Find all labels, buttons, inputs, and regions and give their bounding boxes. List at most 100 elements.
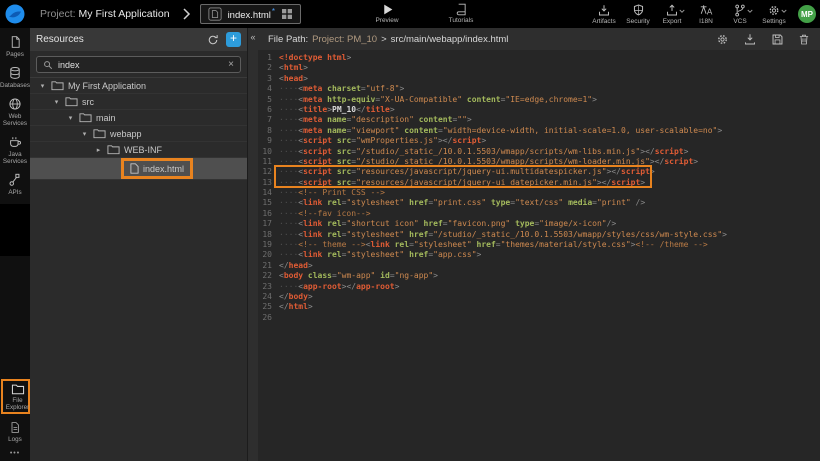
code-line: 24 </body> (258, 292, 820, 302)
line-number: 16 (258, 209, 272, 219)
tree-item-label: src (82, 97, 94, 107)
pages-icon (9, 35, 22, 49)
sidebar-item-databases[interactable]: Databases (0, 66, 30, 89)
chevron-down-icon[interactable]: ▾ (66, 114, 75, 122)
sidebar-item-java-services[interactable]: Java Services (0, 135, 30, 165)
clear-search-icon[interactable]: × (228, 60, 234, 70)
search-input[interactable] (58, 60, 223, 70)
line-number: 14 (258, 188, 272, 198)
line-number: 9 (258, 136, 272, 146)
export-button[interactable]: Export (659, 4, 685, 25)
tree-item-my-first-application[interactable]: ▾ My First Application (30, 78, 247, 94)
editor-settings-gear-icon[interactable] (716, 33, 729, 46)
folder-icon (65, 96, 78, 107)
tab-index-html[interactable]: index.html* (200, 4, 301, 24)
user-avatar[interactable]: MP (798, 5, 816, 23)
sidebar-label: Pages (6, 51, 24, 58)
project-name[interactable]: My First Application (79, 8, 170, 20)
tree-item-index-html[interactable]: index.html (30, 158, 247, 180)
sidebar-label: APIs (8, 189, 21, 196)
file-toolbar (716, 33, 810, 46)
tree-item-src[interactable]: ▾ src (30, 94, 247, 110)
vcs-button[interactable]: VCS (727, 4, 753, 25)
code-text: ····<title>PM_10</title> (279, 105, 395, 115)
java-services-coffee-icon (8, 135, 22, 149)
tree-item-main[interactable]: ▾main (30, 110, 247, 126)
search-icon (43, 60, 53, 70)
folder-icon (79, 112, 92, 123)
folder-icon (51, 80, 64, 91)
save-icon[interactable] (771, 33, 784, 46)
panel-collapse-button[interactable]: « (248, 28, 258, 461)
vcs-branch-icon (733, 4, 747, 17)
resources-title: Resources (36, 34, 200, 45)
sidebar-item-logs[interactable]: Logs (0, 421, 30, 443)
code-line: 6····<title>PM_10</title> (258, 105, 820, 115)
line-number: 18 (258, 230, 272, 240)
sidebar-item-web-services[interactable]: Web Services (0, 97, 30, 127)
code-line: 5····<meta http-equiv="X-UA-Compatible" … (258, 95, 820, 105)
file-icon (130, 163, 139, 174)
modified-indicator: * (272, 7, 275, 16)
file-icon (208, 7, 222, 21)
code-text: </body> (279, 292, 313, 302)
code-line: 26 (258, 313, 820, 323)
grid-icon[interactable] (281, 8, 293, 20)
script-lines-highlight-box (274, 165, 652, 188)
code-text: <body class="wm-app" id="ng-app"> (279, 271, 438, 281)
code-editor[interactable]: 1<!doctype html>2<html>3<head>4····<meta… (258, 50, 820, 461)
tree-highlight-box: index.html (121, 158, 193, 179)
settings-button[interactable]: Settings (761, 4, 787, 25)
code-text: ····<meta name="viewport" content="width… (279, 126, 722, 136)
line-number: 15 (258, 198, 272, 208)
code-text: ····<link rel="stylesheet" href="app.css… (279, 250, 481, 260)
line-number: 24 (258, 292, 272, 302)
chevron-down-icon[interactable]: ▾ (38, 82, 47, 90)
tutorials-button[interactable]: Tutorials (448, 3, 474, 24)
folder-icon (107, 144, 120, 155)
add-resource-button[interactable]: + (226, 32, 241, 47)
line-number: 7 (258, 115, 272, 125)
chevron-down-icon (781, 9, 787, 14)
sidebar-label: Java Services (0, 151, 30, 165)
code-line: 4····<meta charset="utf-8"> (258, 84, 820, 94)
file-path-value: src/main/webapp/index.html (391, 34, 509, 45)
tree-item-label: webapp (110, 129, 142, 139)
line-number: 4 (258, 84, 272, 94)
sidebar-item-file-explorer[interactable]: File Explorer (3, 383, 33, 411)
preview-button[interactable]: Preview (374, 3, 400, 24)
sidebar-item-pages[interactable]: Pages (0, 35, 30, 58)
code-text: ····<link rel="stylesheet" href="/studio… (279, 230, 727, 240)
artifacts-button[interactable]: Artifacts (591, 4, 617, 25)
collapse-left-icon: « (250, 32, 255, 42)
resource-tree: ▾My First Application▾src▾main▾webapp▸WE… (30, 77, 247, 180)
code-line: 19····<!-- theme --><link rel="styleshee… (258, 240, 820, 250)
line-number: 3 (258, 74, 272, 84)
sidebar-item-apis[interactable]: APIs (0, 173, 30, 196)
code-line: 10····<script src="/studio/_static_/10.0… (258, 147, 820, 157)
code-text: </head> (279, 261, 313, 271)
code-text: ····<!--fav icon--> (279, 209, 371, 219)
code-text: ····<link rel="stylesheet" href="print.c… (279, 198, 645, 208)
line-number: 8 (258, 126, 272, 136)
tree-item-webapp[interactable]: ▾ webapp (30, 126, 247, 142)
tree-item-label: My First Application (68, 81, 146, 91)
line-number: 17 (258, 219, 272, 229)
refresh-icon[interactable] (207, 34, 219, 46)
delete-trash-icon[interactable] (798, 33, 810, 46)
tree-item-web-inf[interactable]: ▸WEB-INF (30, 142, 247, 158)
download-icon[interactable] (743, 33, 757, 46)
app-logo[interactable] (0, 0, 30, 28)
line-number: 12 (258, 167, 272, 177)
security-button[interactable]: Security (625, 4, 651, 25)
folder-icon (93, 128, 106, 139)
chevron-down-icon[interactable]: ▾ (80, 130, 89, 138)
left-sidebar: Pages Databases Web Services Java Servic… (0, 28, 30, 461)
database-icon (8, 66, 22, 80)
i18n-button[interactable]: A I18N (693, 4, 719, 25)
chevron-down-icon[interactable]: ▾ (52, 98, 61, 106)
chevron-right-icon[interactable]: ▸ (94, 146, 103, 154)
play-icon (381, 3, 394, 16)
sidebar-overflow-button[interactable]: ••• (10, 450, 20, 457)
project-breadcrumb: Project: My First Application (40, 8, 170, 20)
